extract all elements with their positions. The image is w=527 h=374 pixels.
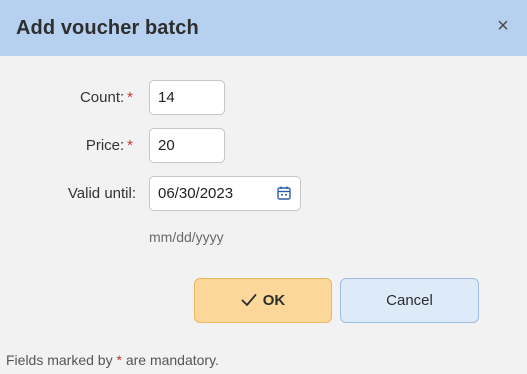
- date-format-hint: mm/dd/yyyy: [149, 229, 224, 245]
- count-label-row: Count: *: [3, 89, 133, 106]
- count-label: Count:: [79, 89, 125, 106]
- dialog-titlebar: Add voucher batch ×: [0, 0, 527, 56]
- mandatory-fields-note: Fields marked by * are mandatory.: [6, 352, 219, 368]
- count-required-mark: *: [127, 89, 133, 106]
- add-voucher-batch-dialog: Add voucher batch × Count: * 14 Price: * 2…: [0, 0, 527, 374]
- ok-button-label: OK: [262, 292, 286, 309]
- count-input[interactable]: 14: [149, 80, 225, 115]
- note-text-before: Fields marked by: [6, 352, 117, 368]
- ok-button[interactable]: OK: [194, 278, 332, 323]
- valid-until-value: 06/30/2023: [158, 185, 234, 202]
- price-input[interactable]: 20: [149, 128, 225, 163]
- price-label-row: Price: *: [3, 137, 133, 154]
- dialog-title: Add voucher batch: [16, 17, 199, 39]
- checkmark-icon: [241, 293, 257, 306]
- valid-until-date-input[interactable]: 06/30/2023: [149, 176, 301, 211]
- price-label: Price:: [85, 137, 125, 154]
- cancel-button[interactable]: Cancel: [340, 278, 479, 323]
- close-icon[interactable]: ×: [491, 14, 515, 38]
- note-text-after: are mandatory.: [121, 352, 219, 368]
- price-required-mark: *: [127, 137, 133, 154]
- valid-until-label: Valid until:: [67, 185, 136, 202]
- calendar-icon[interactable]: [276, 185, 292, 201]
